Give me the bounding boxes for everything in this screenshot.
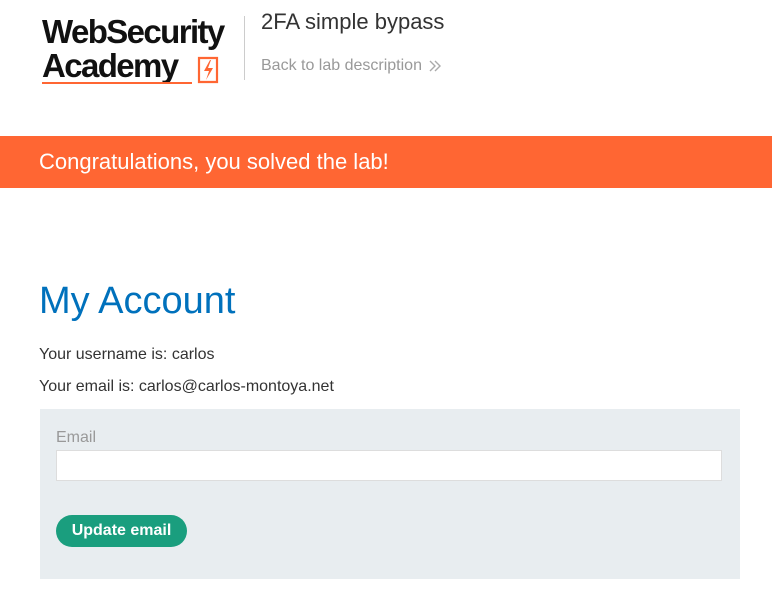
update-email-button[interactable]: Update email [56,515,187,547]
back-link-label: Back to lab description [261,57,422,74]
double-chevron-right-icon [429,60,441,72]
lab-solved-message: Congratulations, you solved the lab! [39,149,389,174]
email-field-label: Email [56,429,97,446]
lab-solved-banner: Congratulations, you solved the lab! [0,136,772,188]
web-security-academy-logo[interactable]: WebSecurity Academy [40,12,240,88]
email-info: Your email is: carlos@carlos-montoya.net [39,378,334,395]
back-to-lab-description-link[interactable]: Back to lab description [261,57,442,75]
email-field[interactable] [56,450,722,481]
logo-text-line1: WebSecurity [42,13,225,50]
lab-title: 2FA simple bypass [261,9,445,34]
username-info: Your username is: carlos [39,346,215,363]
page-title: My Account [39,280,236,322]
header-divider [244,16,245,80]
logo-text-line2: Academy [42,47,179,84]
change-email-form: Email Update email [40,409,740,579]
lightning-bolt-box-icon [197,56,219,84]
logo-underline [42,82,192,84]
page-header: WebSecurity Academy 2FA simple bypass Ba… [0,0,772,136]
